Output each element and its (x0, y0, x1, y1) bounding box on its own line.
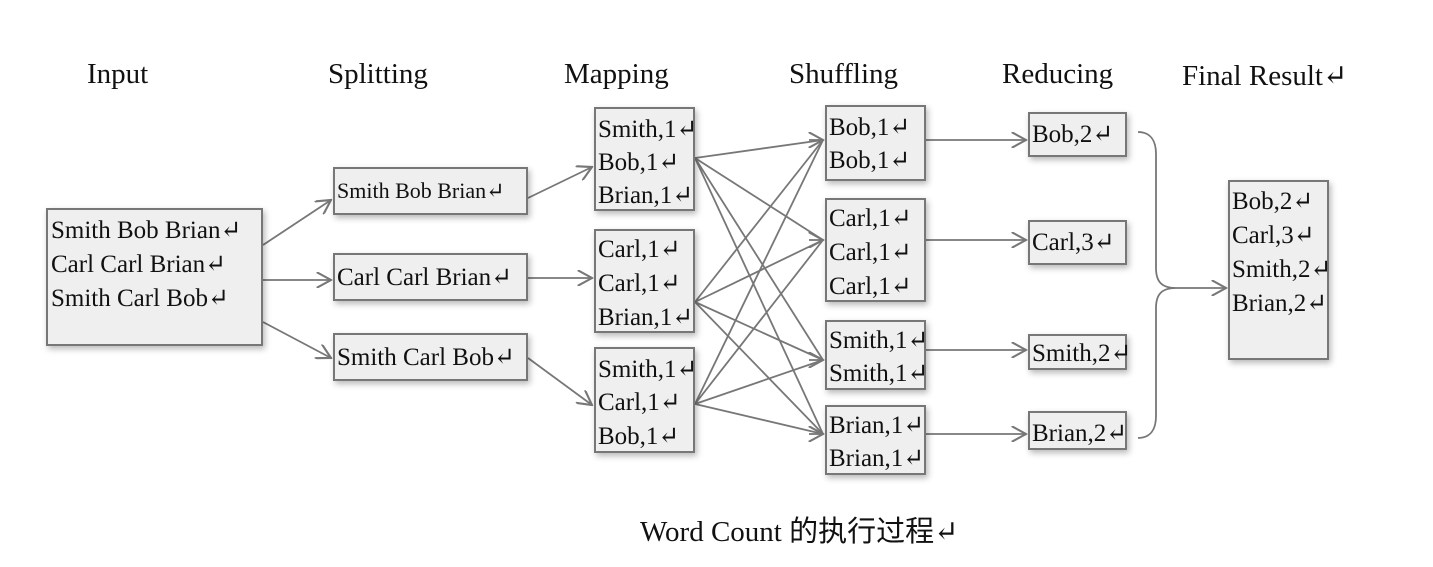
shuffle-line: Smith,1↵ (829, 327, 929, 354)
split-line: Smith Bob Brian↵ (337, 178, 505, 203)
split-line: Smith Carl Bob↵ (337, 344, 515, 371)
input-line: Smith Bob Brian↵ (51, 217, 242, 244)
map-to-shuffle-line (694, 157, 824, 361)
map-box: Smith,1↵ Bob,1↵ Brian,1↵ (594, 107, 698, 211)
map-line: Smith,1↵ (598, 356, 698, 383)
map-box: Carl,1↵ Carl,1↵ Brian,1↵ (594, 229, 695, 333)
map-to-shuffle-line (694, 139, 824, 159)
header-splitting: Splitting (328, 58, 428, 90)
map-line: Smith,1↵ (598, 116, 698, 143)
reduce-line: Brian,2↵ (1032, 420, 1128, 447)
header-shuffling: Shuffling (789, 58, 899, 90)
split-box: Carl Carl Brian↵ (333, 253, 528, 301)
reduce-box: Brian,2↵ (1028, 411, 1127, 450)
map-to-shuffle-line (694, 359, 824, 405)
input-line: Carl Carl Brian↵ (51, 251, 227, 278)
split-box: Smith Bob Brian↵ (333, 167, 528, 215)
shuffle-line: Carl,1↵ (829, 273, 912, 300)
final-line: Bob,2↵ (1232, 188, 1314, 215)
reduce-brace (1137, 131, 1177, 439)
map-to-shuffle-line (694, 139, 824, 405)
input-line: Smith Carl Bob↵ (51, 285, 229, 312)
map-line: Carl,1↵ (598, 389, 681, 416)
split-box: Smith Carl Bob↵ (333, 333, 528, 381)
shuffle-box: Bob,1↵ Bob,1↵ (825, 105, 926, 181)
map-box: Smith,1↵ Carl,1↵ Bob,1↵ (594, 347, 698, 453)
shuffle-line: Bob,1↵ (829, 147, 911, 174)
shuffle-line: Carl,1↵ (829, 205, 912, 232)
map-to-shuffle-line (694, 403, 824, 435)
final-result-box: Bob,2↵ Carl,3↵ Smith,2↵ Brian,2↵ (1228, 180, 1332, 360)
shuffle-line: Carl,1↵ (829, 239, 912, 266)
header-reducing: Reducing (1002, 58, 1114, 90)
reduce-line: Carl,3↵ (1032, 229, 1115, 256)
map-line: Brian,1↵ (598, 304, 694, 331)
shuffle-line: Bob,1↵ (829, 114, 911, 141)
shuffle-box: Brian,1↵ Brian,1↵ (825, 405, 926, 475)
shuffle-box: Smith,1↵ Smith,1↵ (825, 320, 929, 390)
input-to-split-arrow (262, 200, 331, 246)
map-line: Carl,1↵ (598, 236, 681, 263)
reduce-line: Smith,2↵ (1032, 340, 1132, 367)
figure-caption: Word Count 的执行过程↵ (640, 516, 959, 548)
reduce-box: Carl,3↵ (1028, 220, 1127, 265)
shuffle-line: Brian,1↵ (829, 412, 925, 439)
split-line: Carl Carl Brian↵ (337, 264, 513, 291)
map-line: Brian,1↵ (598, 182, 694, 209)
split-to-map-arrow (527, 357, 592, 405)
input-to-split-arrow (262, 321, 331, 358)
input-box: Smith Bob Brian↵ Carl Carl Brian↵ Smith … (46, 208, 263, 346)
map-line: Bob,1↵ (598, 149, 680, 176)
shuffle-box: Carl,1↵ Carl,1↵ Carl,1↵ (825, 198, 926, 302)
header-final-result: Final Result↵ (1182, 60, 1348, 92)
final-line: Carl,3↵ (1232, 222, 1315, 249)
shuffle-line: Smith,1↵ (829, 360, 929, 387)
final-line: Brian,2↵ (1232, 290, 1328, 317)
map-line: Carl,1↵ (598, 270, 681, 297)
header-mapping: Mapping (564, 58, 669, 90)
map-to-shuffle-line (694, 139, 824, 303)
split-to-map-arrow (527, 167, 592, 199)
reduce-line: Bob,2↵ (1032, 121, 1114, 148)
shuffle-line: Brian,1↵ (829, 445, 925, 472)
final-line: Smith,2↵ (1232, 256, 1332, 283)
reduce-box: Smith,2↵ (1028, 334, 1131, 370)
header-input: Input (87, 58, 149, 90)
map-line: Bob,1↵ (598, 423, 680, 450)
reduce-box: Bob,2↵ (1028, 112, 1127, 157)
